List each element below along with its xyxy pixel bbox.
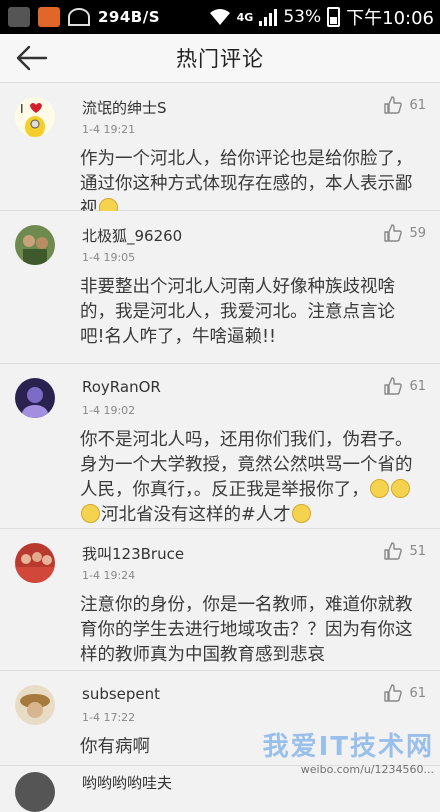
like-count: 51	[409, 543, 426, 559]
comment-username[interactable]: RoyRanOR	[82, 378, 161, 396]
comment-username[interactable]: subsepent	[82, 685, 160, 703]
emoji-icon	[390, 479, 410, 498]
avatar[interactable]	[15, 772, 55, 812]
like-button[interactable]: 51	[383, 541, 426, 561]
comment-item[interactable]: RoyRanOR 1-4 19:02 61 你不是河北人吗，还用你们我们，伪君子…	[0, 364, 440, 529]
like-count: 61	[409, 378, 426, 394]
clock: 下午10:06	[346, 8, 434, 29]
signal-icon	[259, 8, 278, 26]
like-count: 59	[409, 225, 426, 241]
like-count: 61	[409, 97, 426, 113]
comment-username[interactable]: 哟哟哟哟哇夫	[82, 772, 172, 793]
comment-time: 1-4 19:21	[82, 123, 136, 136]
emoji-icon	[291, 504, 311, 523]
comment-time: 1-4 19:05	[82, 251, 136, 264]
thumbs-up-icon	[384, 96, 403, 114]
comment-item[interactable]: 我叫123Bruce 1-4 19:24 51 注意你的身份，你是一名教师，难道…	[0, 529, 440, 671]
thumbs-up-icon	[384, 684, 403, 702]
watermark-text: weibo.com/u/1234560...	[300, 763, 434, 776]
page-title: 热门评论	[176, 47, 264, 71]
battery-icon	[327, 7, 341, 27]
comment-text: 注意你的身份，你是一名教师，难道你就教育你的学生去进行地域攻击？？因为有你这样的…	[80, 595, 413, 665]
thumbs-up-icon	[384, 224, 403, 242]
comment-item[interactable]: 北极狐_96260 1-4 19:05 59 非要整出个河北人河南人好像种族歧视…	[0, 211, 440, 364]
thumbs-up-icon	[384, 377, 403, 395]
emoji-icon	[369, 479, 389, 498]
hotspot-icon	[68, 8, 90, 26]
network-speed: 294B/S	[98, 8, 161, 26]
comment-time: 1-4 17:22	[82, 711, 136, 724]
comment-username[interactable]: 流氓的绅士S	[82, 97, 167, 118]
svg-text:I: I	[20, 101, 24, 116]
avatar[interactable]	[15, 685, 55, 725]
avatar[interactable]	[15, 543, 55, 583]
status-bar-left: 294B/S	[8, 6, 160, 28]
wifi-icon	[209, 9, 230, 25]
network-type: 4G	[236, 10, 254, 24]
comment-item[interactable]: I 流氓的绅士S 1-4 19:21 61 作为一个河北人，给你评论也是给你脸了…	[0, 83, 440, 219]
like-count: 61	[409, 685, 426, 701]
watermark-logo: 我爱IT技术网	[262, 732, 434, 762]
comment-text: 你不是河北人吗，还用你们我们，伪君子。身为一个大学教授，竟然公然哄骂一个省的人民…	[80, 430, 413, 525]
like-button[interactable]: 59	[383, 223, 426, 243]
comment-time: 1-4 19:02	[82, 404, 136, 417]
comment-username[interactable]: 北极狐_96260	[82, 225, 182, 246]
like-button[interactable]: 61	[383, 683, 426, 703]
top-bar: 热门评论	[0, 34, 440, 83]
watermark: 我爱IT技术网 weibo.com/u/1234560...	[263, 726, 434, 776]
battery-percentage: 53%	[283, 7, 322, 27]
avatar[interactable]	[15, 378, 55, 418]
thumbs-up-icon	[384, 542, 403, 560]
news-app-icon	[38, 7, 60, 27]
status-bar-right: 4G 53% 下午10:06	[209, 4, 434, 30]
emoji-icon	[81, 504, 100, 523]
avatar[interactable]	[15, 225, 55, 265]
comment-time: 1-4 19:24	[82, 569, 136, 582]
like-button[interactable]: 61	[383, 95, 426, 115]
comment-username[interactable]: 我叫123Bruce	[82, 543, 184, 564]
comment-text: 非要整出个河北人河南人好像种族歧视啥的，我是河北人，我爱河北。注意点言论吧!名人…	[80, 277, 395, 347]
status-bar: 294B/S 4G 53% 下午10:06	[0, 0, 440, 34]
app-notification-icon	[8, 7, 30, 27]
avatar[interactable]: I	[15, 97, 55, 137]
like-button[interactable]: 61	[383, 376, 426, 396]
